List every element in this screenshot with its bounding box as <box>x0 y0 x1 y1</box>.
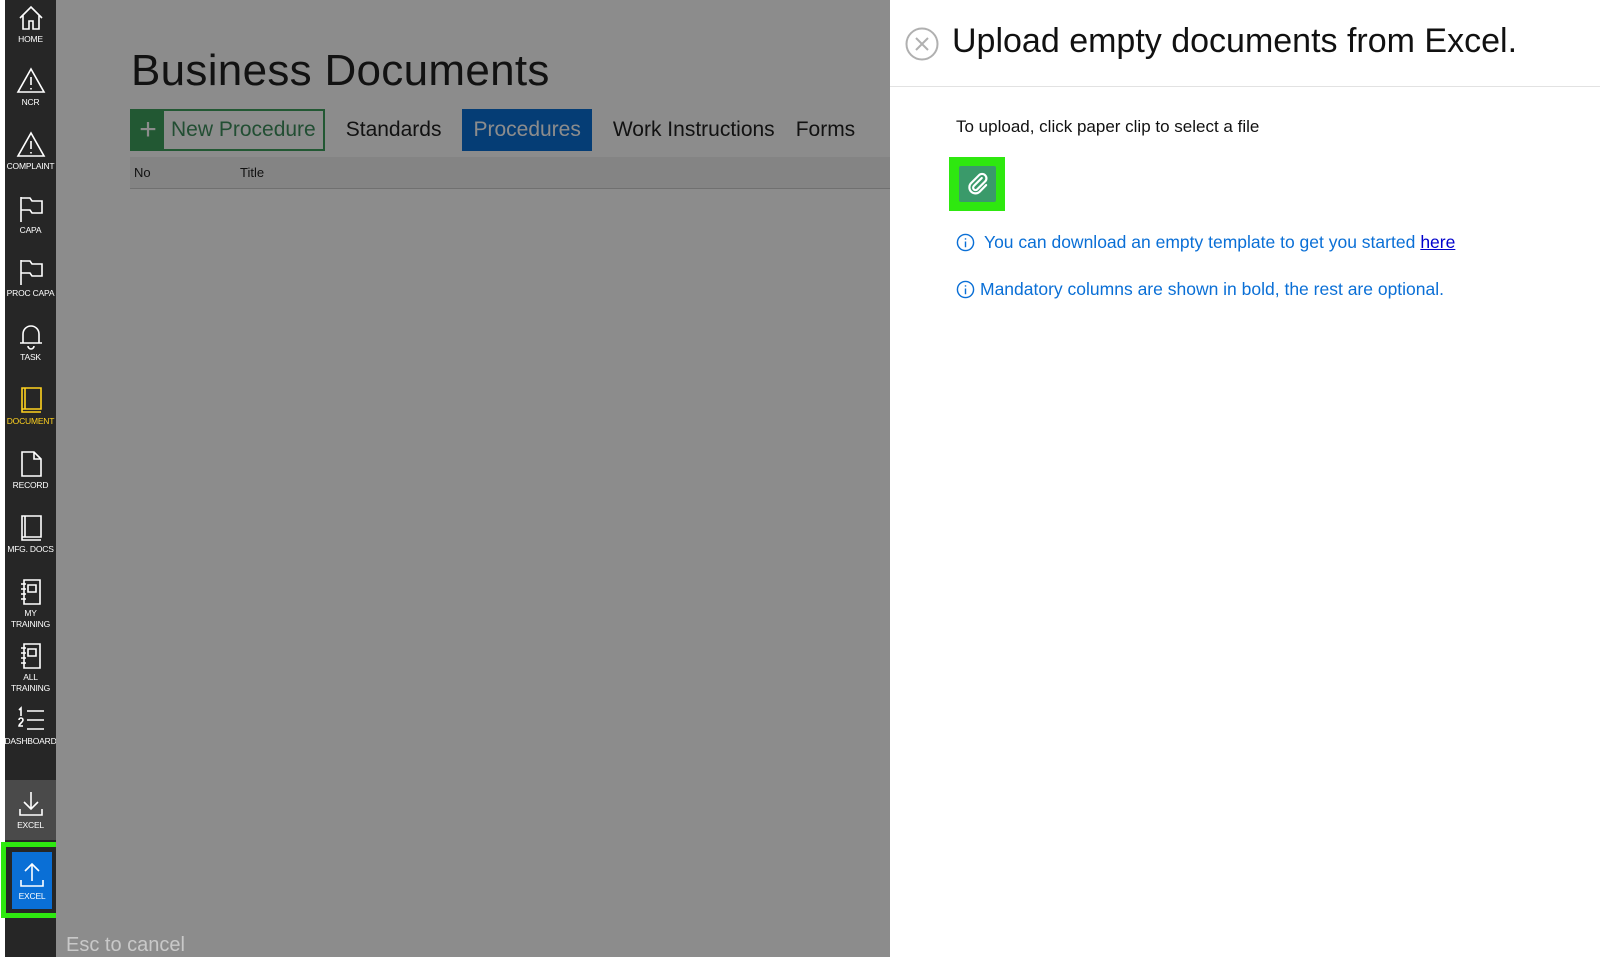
panel-title: Upload empty documents from Excel. <box>952 22 1518 60</box>
sidebar-item-label: TASK <box>20 352 41 362</box>
panel-header: Upload empty documents from Excel. <box>890 0 1600 87</box>
upload-instruction: To upload, click paper clip to select a … <box>956 117 1260 136</box>
mandatory-info: Mandatory columns are shown in bold, the… <box>956 279 1444 300</box>
sidebar-item-ncr[interactable]: NCR <box>5 66 56 108</box>
sidebar-item-label: MY TRAINING <box>10 608 50 629</box>
template-download-link[interactable]: here <box>1420 232 1455 253</box>
sidebar-item-label: NCR <box>21 97 40 107</box>
sidebar: HOME NCR COMPLAINT CAPA PROC CAPA TASK D… <box>4 0 57 957</box>
template-info: You can download an empty template to ge… <box>956 232 1455 253</box>
warning-icon <box>16 131 45 157</box>
notebook-icon <box>20 643 41 669</box>
close-icon[interactable] <box>905 27 939 61</box>
sidebar-item-mfg-docs[interactable]: MFG. DOCS <box>5 513 56 555</box>
bell-icon <box>19 325 42 350</box>
sidebar-item-label: EXCEL <box>17 820 44 830</box>
sidebar-item-record[interactable]: RECORD <box>5 449 56 491</box>
template-info-text: You can download an empty template to ge… <box>984 232 1416 252</box>
sidebar-item-proc-capa[interactable]: PROC CAPA <box>5 257 56 299</box>
upload-icon <box>20 862 44 887</box>
sidebar-item-label: DASHBOARD <box>4 736 57 746</box>
modal-backdrop[interactable] <box>56 0 890 957</box>
book-icon <box>20 515 42 541</box>
sidebar-item-label: COMPLAINT <box>6 161 55 171</box>
file-icon <box>20 451 42 477</box>
main-content: Business Documents + New Procedure Stand… <box>56 0 890 957</box>
sidebar-item-document[interactable]: DOCUMENT <box>5 385 56 427</box>
attach-file-button[interactable] <box>959 166 996 202</box>
esc-hint: Esc to cancel <box>66 934 185 956</box>
sidebar-item-capa[interactable]: CAPA <box>5 194 56 236</box>
download-icon <box>18 792 43 816</box>
sidebar-item-excel-upload[interactable]: EXCEL <box>12 852 52 909</box>
book-icon <box>20 387 42 413</box>
home-icon <box>18 5 43 30</box>
sidebar-item-label: CAPA <box>19 225 42 235</box>
sidebar-item-label: MFG. DOCS <box>7 544 54 554</box>
info-icon <box>956 280 975 299</box>
paperclip-icon <box>967 172 987 195</box>
mandatory-info-text: Mandatory columns are shown in bold, the… <box>980 279 1445 299</box>
sidebar-item-complaint[interactable]: COMPLAINT <box>5 130 56 172</box>
sidebar-item-dashboard[interactable]: DASHBOARD <box>4 705 57 747</box>
sidebar-item-my-training[interactable]: MY TRAINING <box>5 577 56 630</box>
sidebar-item-label: DOCUMENT <box>6 416 55 426</box>
sidebar-item-label: RECORD <box>12 480 49 490</box>
sidebar-item-task[interactable]: TASK <box>5 321 56 363</box>
sidebar-item-label: PROC CAPA <box>6 288 55 298</box>
warning-icon <box>16 67 45 93</box>
sidebar-item-label: EXCEL <box>18 890 46 901</box>
sidebar-item-excel-download[interactable]: EXCEL <box>5 780 56 840</box>
flag-icon <box>19 197 43 222</box>
attach-highlight <box>949 157 1005 211</box>
upload-panel: Upload empty documents from Excel. To up… <box>890 0 1600 957</box>
sidebar-item-label: HOME <box>18 34 43 44</box>
sidebar-item-label: ALL TRAINING <box>10 672 50 693</box>
sidebar-item-home[interactable]: HOME <box>5 3 56 45</box>
flag-icon <box>19 260 43 285</box>
sidebar-item-all-training[interactable]: ALL TRAINING <box>5 641 56 694</box>
bottom-strip <box>0 957 1600 977</box>
info-icon <box>956 233 975 252</box>
numbered-list-icon <box>17 706 44 730</box>
notebook-icon <box>20 579 41 605</box>
